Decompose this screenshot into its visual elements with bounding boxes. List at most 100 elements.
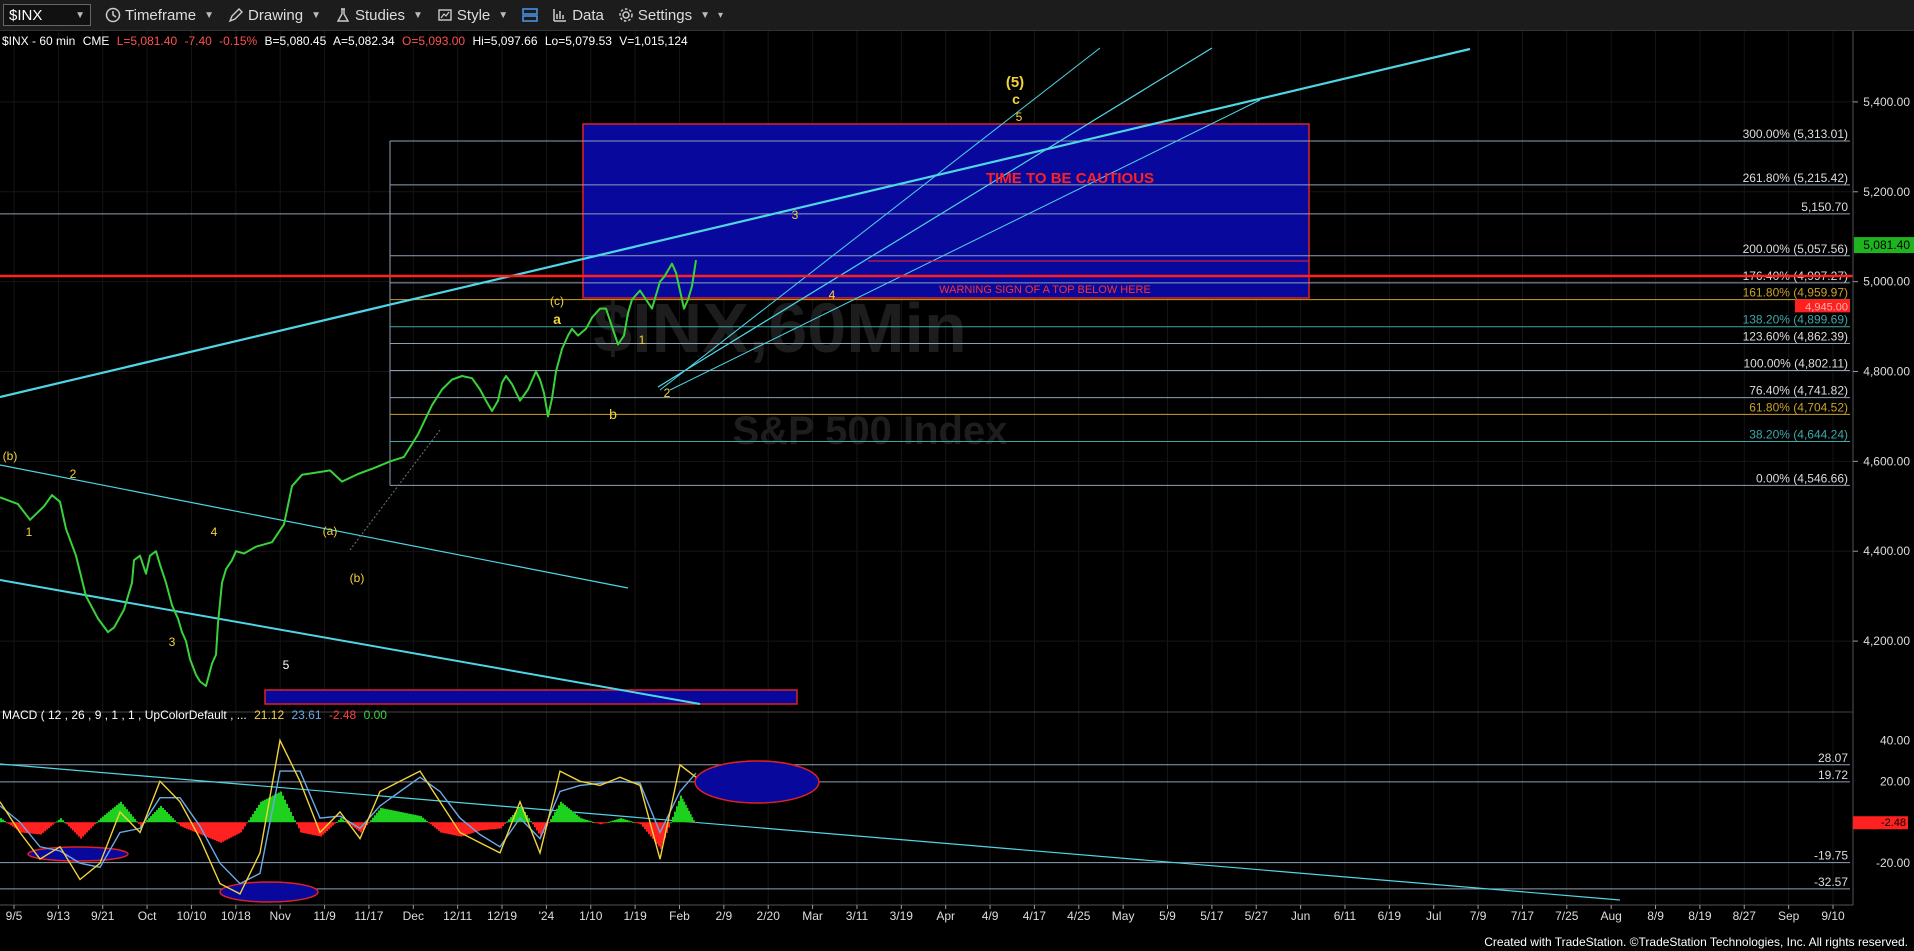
studies-button[interactable]: Studies ▼ [335,7,423,24]
caution-text: TIME TO BE CAUTIOUS [986,170,1154,187]
macd-histogram-bar [72,822,74,831]
y-tick-label: 4,800.00 [1863,365,1910,379]
layout-button[interactable] [522,7,538,23]
drawing-button[interactable]: Drawing ▼ [228,7,321,24]
macd-ellipse-left [27,846,129,862]
x-tick-label: 4/25 [1067,909,1091,923]
macd-histogram-bar [374,815,376,823]
macd-histogram-bar [44,822,46,832]
macd-histogram-bar [256,807,258,823]
wave-label: c [1012,91,1020,107]
header-high: Hi=5,097.66 [472,34,537,48]
toolbar: $INX ▼ Timeframe ▼ Drawing ▼ Studies ▼ Styl… [0,0,1914,31]
macd-level-label: 28.07 [1818,751,1848,765]
macd-histogram-bar [310,822,312,835]
macd-histogram-bar [178,822,180,825]
macd-histogram-bar [552,815,554,823]
macd-histogram-bar [216,822,218,842]
macd-histogram-bar [76,822,78,835]
macd-histogram-bar [288,807,290,823]
macd-histogram-bar [162,807,164,823]
macd-histogram-bar [278,792,280,823]
x-tick-label: '24 [539,909,555,923]
macd-histogram-bar [158,807,160,823]
macd-histogram-bar [396,811,398,823]
chevron-down-icon: ▼ [311,9,321,21]
macd-level-label: -32.57 [1814,875,1848,889]
macd-histogram-bar [180,822,182,827]
macd-histogram-bar [222,822,224,842]
macd-histogram-bar [368,822,370,824]
x-tick-label: Oct [138,909,157,923]
settings-button[interactable]: Settings ▼ ▾ [618,7,723,24]
macd-histogram-bar [150,816,152,823]
macd-histogram-bar [156,809,158,823]
macd-histogram-bar [444,822,446,834]
header-volume: V=1,015,124 [619,34,688,48]
watermark-name: S&P 500 Index [733,409,1008,453]
macd-histogram-bar [580,818,582,823]
macd-histogram-bar [174,820,176,823]
macd-histogram-bar [166,812,168,823]
timeframe-button[interactable]: Timeframe ▼ [105,7,214,24]
macd-histogram-bar [448,822,450,835]
macd-histogram-bar [336,821,338,823]
macd-histogram-bar [604,822,606,824]
macd-histogram-bar [658,822,660,847]
macd-histogram-bar [402,812,404,823]
macd-histogram-bar [616,819,618,823]
header-exchange: CME [83,34,110,48]
chevron-down-small-icon: ▾ [717,9,724,21]
macd-histogram-bar [66,822,68,825]
macd-histogram-bar [408,813,410,823]
macd-histogram-bar [508,819,510,823]
macd-histogram-bar [392,810,394,823]
macd-histogram-bar [6,822,8,824]
macd-histogram-bar [416,815,418,823]
macd-histogram-bar [414,814,416,823]
x-tick-label: 11/9 [313,909,336,923]
wave-label: 2 [70,467,77,481]
macd-histogram-bar [100,818,102,823]
symbol-input[interactable]: $INX ▼ [3,4,91,26]
studies-label: Studies [354,6,406,24]
macd-histogram-bar [404,812,406,823]
macd-histogram-bar [562,803,564,823]
macd-histogram-bar [182,822,184,828]
style-button[interactable]: Style ▼ [437,7,508,24]
x-tick-label: 7/9 [1470,909,1487,923]
macd-histogram-bar [4,821,6,823]
price-chart[interactable]: $INX,60Min S&P 500 Index 300.00% (5,313.… [0,31,1914,948]
macd-histogram-bar [338,819,340,823]
header-bid: B=5,080.45 [265,34,327,48]
macd-histogram-bar [214,822,216,841]
x-tick-label: 7/17 [1511,909,1535,923]
data-button[interactable]: Data [552,7,604,24]
macd-histogram-bar [452,822,454,835]
x-tick-label: Mar [802,909,823,923]
macd-level-label: 19.72 [1818,768,1848,782]
macd-histogram-bar [550,819,552,823]
macd-histogram-bar [436,822,438,830]
warning-text: WARNING SIGN OF A TOP BELOW HERE [939,284,1151,296]
macd-histogram-bar [254,810,256,823]
fib-label: 123.60% (4,862.39) [1743,329,1848,343]
macd-histogram-bar [624,819,626,823]
fib-label: 76.40% (4,741.82) [1749,384,1848,398]
macd-histogram-bar [504,822,506,824]
x-tick-label: 11/17 [354,909,383,923]
x-tick-label: 5/27 [1245,909,1269,923]
macd-histogram-bar [250,817,252,823]
macd-histogram-bar [636,822,638,824]
fib-label: 261.80% (5,215.42) [1743,171,1848,185]
macd-histogram-bar [584,819,586,823]
macd-histogram-bar [280,791,282,823]
macd-histogram-bar [90,822,92,829]
macd-histogram-bar [598,822,600,824]
pencil-icon [228,8,244,23]
macd-histogram-bar [412,814,414,823]
macd-histogram-bar [262,800,264,823]
macd-histogram-bar [586,819,588,823]
x-tick-label: 9/5 [6,909,23,923]
macd-histogram-bar [36,822,38,835]
